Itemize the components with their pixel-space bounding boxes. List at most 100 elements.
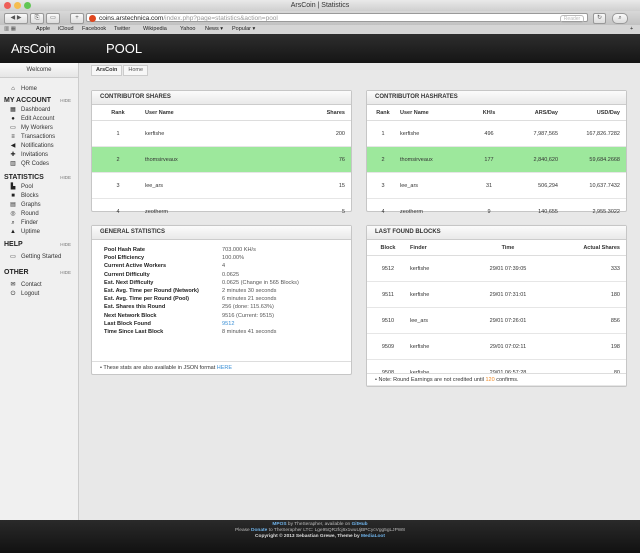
- search-icon[interactable]: ⌕: [612, 13, 628, 24]
- stat-row: Last Block Found 9512: [104, 320, 235, 328]
- panel-title: CONTRIBUTOR SHARES: [92, 91, 351, 105]
- sidebar-item-blocks[interactable]: ■ Blocks: [0, 192, 78, 201]
- bookmark-yahoo[interactable]: Yahoo: [180, 25, 196, 34]
- stat-row: Time Since Last Block 8 minutes 41 second…: [104, 329, 277, 336]
- reload-icon[interactable]: ↻: [593, 13, 606, 24]
- footer-line-3: Copyright © 2013 Sebastian Grewe, Theme …: [255, 534, 385, 539]
- breadcrumb-arscoin[interactable]: ArsCoin: [91, 65, 123, 76]
- bookmark-facebook[interactable]: Facebook: [82, 25, 106, 34]
- dashboard-icon: ▦: [10, 107, 16, 113]
- bookmark-twitter[interactable]: Twitter: [114, 25, 130, 34]
- sidebar-item-uptime[interactable]: ▲ Uptime: [0, 228, 78, 237]
- sidebar-item-pool[interactable]: ▙ Pool: [0, 183, 78, 192]
- sidebar-item-round[interactable]: ◎ Round: [0, 210, 78, 219]
- column-header: Block: [367, 240, 409, 256]
- column-header: Actual Shares: [545, 240, 626, 256]
- json-here-link[interactable]: HERE: [217, 365, 232, 371]
- column-header: ARS/Day: [505, 105, 564, 121]
- sidebar-item-home[interactable]: ⌂ Home: [0, 85, 78, 94]
- stat-row: Est. Avg. Time per Round (Network) 2 minu…: [104, 288, 277, 295]
- column-header: Rank: [367, 105, 399, 121]
- bookmark-news[interactable]: News ▾: [205, 25, 223, 34]
- stat-row: Current Active Workers 4: [104, 263, 226, 270]
- close-window-button[interactable]: [4, 2, 11, 9]
- sidebar-item-invitations[interactable]: ✚ Invitations: [0, 151, 78, 160]
- medialoot-link[interactable]: MediaLoot: [361, 534, 385, 539]
- hide-my-account-toggle[interactable]: HIDE: [60, 95, 71, 106]
- contributor-shares-panel: CONTRIBUTOR SHARES Rank User Name Shares…: [91, 90, 352, 225]
- sidebar-item-my-workers[interactable]: ▭ My Workers: [0, 124, 78, 133]
- table-row: 1 kerfishe 200: [92, 120, 351, 147]
- qr-code-icon: ▥: [10, 161, 16, 167]
- monitor-icon: ▭: [10, 125, 16, 131]
- sidebar-item-dashboard[interactable]: ▦ Dashboard: [0, 106, 78, 115]
- blocks-icon: ■: [11, 193, 15, 199]
- sidebar-item-graphs[interactable]: ▤ Graphs: [0, 201, 78, 210]
- column-header: USD/Day: [564, 105, 626, 121]
- table-row: 9512 kerfishe 29/01 07:39:05 333: [367, 255, 626, 282]
- table-row: 9509 kerfishe 29/01 07:02:11 198: [367, 333, 626, 360]
- hide-other-toggle[interactable]: HIDE: [60, 267, 71, 278]
- column-header: Finder: [409, 240, 471, 256]
- hide-help-toggle[interactable]: HIDE: [60, 239, 71, 250]
- table-row: 4 zeotherm 9 140,655 2,955.3022: [367, 198, 626, 225]
- sidebar-item-transactions[interactable]: ≡ Transactions: [0, 133, 78, 142]
- bookmark-popular[interactable]: Popular ▾: [232, 25, 255, 34]
- contributor-hashrates-table: Rank User Name KH/s ARS/Day USD/Day 1 ker…: [367, 105, 626, 225]
- breadcrumb: ArsCoin Home: [91, 65, 149, 76]
- table-row-highlighted: 2 thomsirveaux 76: [92, 146, 351, 173]
- last-block-link[interactable]: 9512: [222, 320, 234, 328]
- magnifier-icon: ⌕: [11, 220, 15, 226]
- share-icon[interactable]: ⎘: [30, 13, 44, 24]
- section-my-account: MY ACCOUNT HIDE: [4, 95, 71, 106]
- breadcrumb-home[interactable]: Home: [123, 65, 149, 76]
- minimize-window-button[interactable]: [14, 2, 21, 9]
- welcome-label: Welcome: [0, 63, 78, 78]
- home-icon: ⌂: [11, 86, 15, 92]
- sidebar-item-edit-account[interactable]: ● Edit Account: [0, 115, 78, 124]
- window-titlebar: ArsCoin | Statistics: [0, 0, 640, 11]
- zoom-window-button[interactable]: [24, 2, 31, 9]
- panel-title: LAST FOUND BLOCKS: [367, 226, 626, 240]
- envelope-icon: ✉: [10, 282, 16, 288]
- last-found-blocks-table: Block Finder Time Actual Shares 9512 kerf…: [367, 240, 626, 386]
- table-row: 1 kerfishe 496 7,987,565 167,826.7282: [367, 120, 626, 147]
- contributor-hashrates-panel: CONTRIBUTOR HASHRATES Rank User Name KH/…: [366, 90, 627, 225]
- add-bookmark-icon[interactable]: +: [630, 25, 633, 34]
- table-row: 9510 lee_ars 29/01 07:26:01 856: [367, 307, 626, 334]
- page-footer: MPOS by TheSerapher, available on GitHub…: [0, 520, 640, 553]
- sidebar-item-logout[interactable]: ⏻ Logout: [0, 290, 78, 299]
- mpos-link[interactable]: MPOS: [272, 522, 286, 527]
- donate-link[interactable]: Donate: [251, 528, 267, 533]
- column-header: User Name: [399, 105, 473, 121]
- sidebar-item-notifications[interactable]: ◀ Notifications: [0, 142, 78, 151]
- new-tab-icon[interactable]: +: [70, 13, 84, 24]
- panel-title: GENERAL STATISTICS: [92, 226, 351, 240]
- bookmark-apple[interactable]: Apple: [36, 25, 50, 34]
- site-brand[interactable]: ArsCoin: [11, 41, 55, 56]
- reader-button[interactable]: Reader: [560, 15, 584, 23]
- bookmark-wikipedia[interactable]: Wikipedia: [143, 25, 167, 34]
- round-earnings-note: • Note: Round Earnings are not credited …: [367, 373, 626, 386]
- bookmarks-icon[interactable]: ▥ ▦: [4, 25, 16, 34]
- sidebar-item-getting-started[interactable]: ▭ Getting Started: [0, 253, 78, 262]
- bell-icon: ▲: [10, 229, 16, 235]
- hide-statistics-toggle[interactable]: HIDE: [60, 172, 71, 183]
- section-statistics: STATISTICS HIDE: [4, 172, 71, 183]
- sidebar-item-finder[interactable]: ⌕ Finder: [0, 219, 78, 228]
- sidebar-item-qr-codes[interactable]: ▥ QR Codes: [0, 160, 78, 169]
- page-title: POOL: [106, 41, 143, 56]
- power-icon: ⏻: [10, 291, 16, 297]
- table-row-highlighted: 2 thomsirveaux 177 2,840,620 59,684.2668: [367, 146, 626, 173]
- contributor-shares-table: Rank User Name Shares 1 kerfishe 200 2 thom…: [92, 105, 351, 225]
- stat-row: Est. Avg. Time per Round (Pool) 6 minutes…: [104, 296, 277, 303]
- github-link[interactable]: GitHub: [352, 522, 368, 527]
- url-host: coins.arstechnica.com: [99, 15, 164, 22]
- bookmark-icloud[interactable]: iCloud: [58, 25, 74, 34]
- address-bar[interactable]: coins.arstechnica.com/index.php?page=sta…: [86, 13, 588, 23]
- general-statistics-panel: GENERAL STATISTICS Pool Hash Rate 703.000…: [91, 225, 352, 375]
- page-header: ArsCoin POOL: [0, 34, 640, 63]
- sidebar-item-contact[interactable]: ✉ Contact: [0, 281, 78, 290]
- reading-list-icon[interactable]: ▭: [46, 13, 60, 24]
- back-forward-buttons[interactable]: ◀ ▶: [4, 13, 28, 24]
